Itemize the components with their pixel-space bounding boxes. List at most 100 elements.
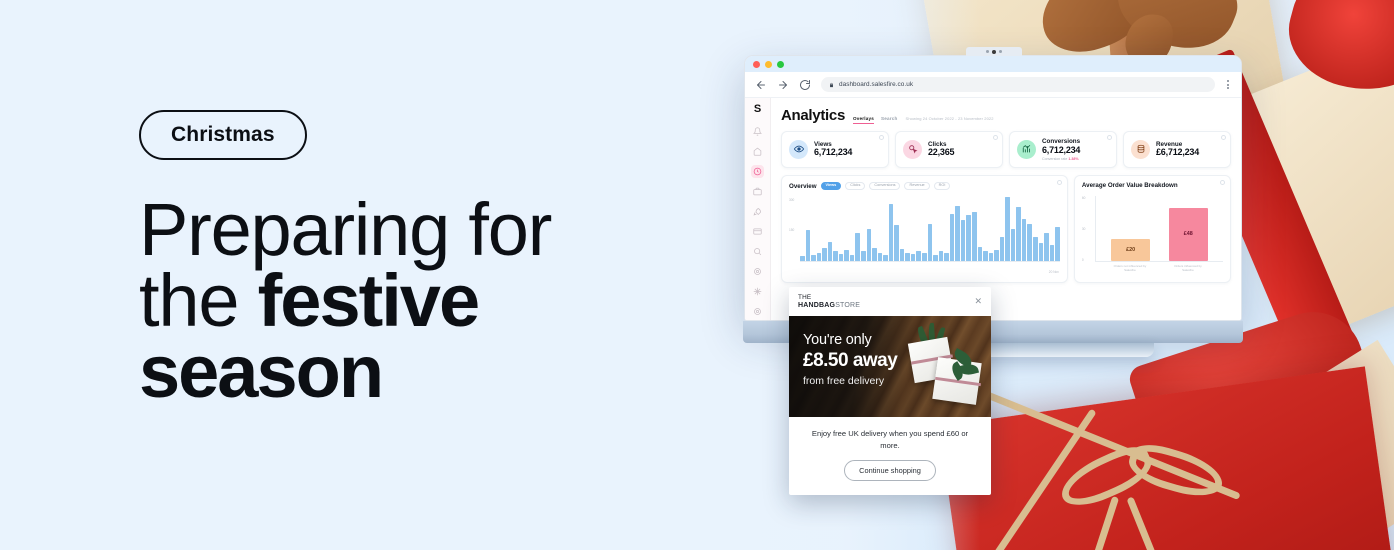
eye-icon: [789, 139, 808, 159]
metric-card-conversions[interactable]: Conversions 6,712,234 Conversion rate 1.…: [1009, 131, 1117, 168]
minimize-traffic-light[interactable]: [765, 60, 772, 68]
chip-views[interactable]: Views: [820, 181, 842, 191]
metric-card-views[interactable]: Views 6,712,234: [781, 131, 889, 168]
cursor-click-icon: [903, 139, 922, 159]
sidebar-item-analytics[interactable]: [751, 165, 764, 178]
overview-bar: [816, 253, 822, 262]
analytics-title: Analytics: [781, 107, 845, 124]
overview-bar: [977, 246, 983, 262]
popup-hero-line2: £8.50 away: [803, 349, 898, 371]
y-tick: 30: [1081, 226, 1086, 231]
overview-bar: [883, 254, 888, 262]
browser-window: dashboard.salesfire.co.uk S Analytics Ov…: [744, 55, 1242, 321]
metric-card-revenue[interactable]: Revenue £6,712,234: [1123, 131, 1231, 168]
tab-search[interactable]: Search: [881, 116, 898, 121]
overview-bar: [944, 253, 949, 262]
overview-bar: [922, 253, 927, 262]
overview-bar: [994, 249, 999, 262]
briefcase-icon[interactable]: [751, 185, 764, 198]
x-axis-last-label: 20 Nov: [1048, 270, 1059, 275]
overview-bar: [1021, 218, 1027, 262]
popup-hero: You're only £8.50 away from free deliver…: [789, 315, 991, 417]
chip-roi[interactable]: ROI: [933, 181, 951, 191]
chip-revenue[interactable]: Revenue: [904, 181, 930, 191]
info-icon[interactable]: [993, 135, 998, 140]
headline-line-2: the festive: [139, 264, 699, 338]
maximize-traffic-light[interactable]: [777, 60, 784, 68]
overview-bar-chart: 300 150 20 Nov: [789, 196, 1060, 274]
overview-bar: [805, 230, 811, 262]
overview-bar: [1005, 197, 1010, 262]
sparkle-icon[interactable]: [751, 285, 764, 298]
continue-shopping-button[interactable]: Continue shopping: [844, 460, 936, 482]
page-title: Preparing for the festive season: [139, 192, 699, 408]
overview-bar: [800, 256, 805, 262]
info-icon[interactable]: [1107, 135, 1112, 140]
close-icon[interactable]: ✕: [974, 297, 982, 306]
search-icon[interactable]: [751, 245, 764, 258]
info-icon[interactable]: [879, 135, 884, 140]
home-icon[interactable]: [751, 145, 764, 158]
overview-bar: [861, 251, 866, 262]
brand-light: STORE: [835, 301, 861, 309]
arrow-left-icon[interactable]: [755, 79, 767, 91]
aov-category-2: Orders influenced by Salesfire: [1174, 263, 1202, 272]
card-icon[interactable]: [751, 225, 764, 238]
overview-bar: [1055, 226, 1060, 262]
info-icon[interactable]: [1056, 179, 1062, 185]
popup-hero-text: You're only £8.50 away from free deliver…: [803, 332, 898, 387]
overview-bar: [833, 251, 838, 262]
y-tick: 60: [1081, 195, 1086, 200]
browser-titlebar: [745, 56, 1241, 72]
overview-y-axis: 300 150: [789, 198, 800, 260]
close-traffic-light[interactable]: [753, 60, 760, 68]
overview-bar: [910, 253, 916, 262]
overview-bar: [966, 215, 971, 262]
overview-bar: [999, 236, 1005, 262]
overview-bars: [800, 196, 1060, 263]
overview-bar: [1032, 236, 1038, 262]
overview-bar: [811, 254, 816, 262]
aov-title: Average Order Value Breakdown: [1081, 181, 1178, 189]
info-icon[interactable]: [1220, 179, 1225, 185]
reload-icon[interactable]: [799, 79, 811, 91]
aov-column-1: £20: [1111, 238, 1151, 261]
overview-bar: [955, 205, 960, 262]
chip-conversions[interactable]: Conversions: [869, 181, 901, 191]
bell-icon[interactable]: [751, 125, 764, 138]
overview-bar: [988, 253, 994, 262]
settings-icon[interactable]: [751, 305, 764, 318]
gift-box-red-large: [938, 366, 1394, 550]
info-icon[interactable]: [1221, 135, 1226, 140]
overlay-popup: THE HANDBAGSTORE ✕ You're only £8.50 awa…: [789, 287, 991, 496]
overview-bar: [894, 225, 899, 262]
overview-bar: [1049, 244, 1055, 262]
y-tick: 150: [789, 228, 795, 233]
analytics-header: Analytics Overlays Search Showing 24 Oct…: [781, 107, 1231, 124]
category-badge[interactable]: Christmas: [139, 110, 307, 160]
laptop-webcam: [966, 47, 1022, 56]
popup-header: THE HANDBAGSTORE ✕: [789, 287, 991, 316]
conversion-rate-note: Conversion rate 1.38%: [1042, 157, 1080, 161]
target-icon[interactable]: [751, 265, 764, 278]
overview-bar: [916, 251, 922, 262]
arrow-right-icon[interactable]: [777, 79, 789, 91]
overview-bar: [827, 241, 833, 262]
tab-overlays[interactable]: Overlays: [853, 116, 875, 124]
address-bar[interactable]: dashboard.salesfire.co.uk: [821, 77, 1215, 92]
overview-bar: [844, 249, 849, 262]
kebab-menu-icon[interactable]: [1225, 80, 1231, 89]
chip-clicks[interactable]: Clicks: [845, 181, 866, 191]
app-sidebar: S: [745, 98, 771, 320]
overview-bar: [971, 212, 977, 262]
aov-y-axis: 60 30 0: [1082, 196, 1095, 262]
lock-icon: [830, 82, 833, 87]
aov-bar-value-2: £48: [1168, 207, 1208, 261]
rocket-icon[interactable]: [751, 205, 764, 218]
coins-icon: [1131, 139, 1150, 159]
analytics-tabs: Overlays Search: [853, 116, 898, 124]
app-logo[interactable]: S: [754, 104, 761, 115]
overview-panel: Overview Views Clicks Conversions Revenu…: [781, 174, 1068, 283]
chart-up-icon: [1017, 139, 1036, 159]
metric-card-clicks[interactable]: Clicks 22,365: [895, 131, 1003, 168]
